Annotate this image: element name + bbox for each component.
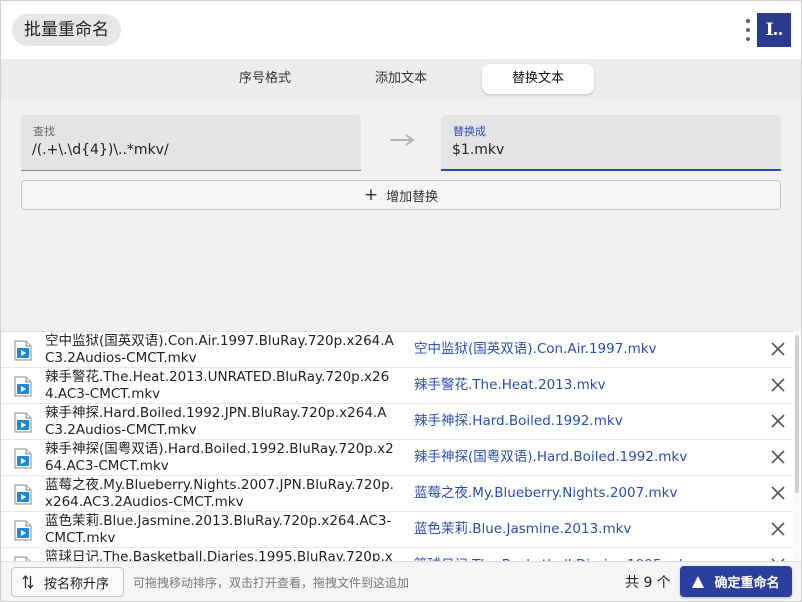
video-file-icon xyxy=(14,520,32,541)
tab-replace-text[interactable]: 替换文本 xyxy=(482,64,594,94)
replace-field[interactable]: 替换成 $1.mkv xyxy=(441,115,781,171)
triangle-up-icon xyxy=(692,575,705,588)
file-list-scrollbar[interactable] xyxy=(793,331,801,561)
hint-text: 可拖拽移动排序，双击打开查看，拖拽文件到这追加 xyxy=(133,576,410,590)
file-count: 共 9 个 xyxy=(625,575,671,591)
close-icon[interactable] xyxy=(770,413,786,429)
file-row[interactable]: 空中监狱(国英双语).Con.Air.1997.BluRay.720p.x264… xyxy=(1,332,793,368)
sort-button-label: 按名称升序 xyxy=(44,576,110,592)
video-file-icon xyxy=(14,484,32,505)
tab-bar: 序号格式 添加文本 替换文本 xyxy=(1,59,801,99)
video-file-icon xyxy=(14,376,32,397)
close-icon[interactable] xyxy=(770,341,786,357)
replace-input[interactable]: $1.mkv xyxy=(452,142,504,158)
original-filename: 辣手警花.The.Heat.2013.UNRATED.BluRay.720p.x… xyxy=(45,369,390,402)
confirm-button-label: 确定重命名 xyxy=(714,576,780,591)
close-icon[interactable] xyxy=(770,485,786,501)
renamed-filename: 空中监狱(国英双语).Con.Air.1997.mkv xyxy=(414,341,657,357)
arrow-right-icon xyxy=(390,134,415,146)
file-row[interactable]: 辣手警花.The.Heat.2013.UNRATED.BluRay.720p.x… xyxy=(1,368,793,404)
renamed-filename: 蓝莓之夜.My.Blueberry.Nights.2007.mkv xyxy=(414,485,678,501)
file-row[interactable]: 蓝色茉莉.Blue.Jasmine.2013.BluRay.720p.x264.… xyxy=(1,512,793,548)
close-icon[interactable] xyxy=(770,377,786,393)
replace-label: 替换成 xyxy=(453,125,486,138)
original-filename: 辣手神探.Hard.Boiled.1992.JPN.BluRay.720p.x2… xyxy=(45,405,387,438)
renamed-filename: 辣手警花.The.Heat.2013.mkv xyxy=(414,377,606,393)
add-replacement-button[interactable]: + 增加替换 xyxy=(21,180,781,210)
close-icon[interactable] xyxy=(770,449,786,465)
file-row[interactable]: 辣手神探(国粤双语).Hard.Boiled.1992.BluRay.720p.… xyxy=(1,440,793,476)
original-filename: 蓝色茉莉.Blue.Jasmine.2013.BluRay.720p.x264.… xyxy=(45,513,392,546)
find-field[interactable]: 查找 /(.+\.\d{4})\..*mkv/ xyxy=(21,115,361,171)
sort-by-name-button[interactable]: 按名称升序 xyxy=(11,567,124,597)
file-list: 空中监狱(国英双语).Con.Air.1997.BluRay.720p.x264… xyxy=(1,331,801,561)
original-filename: 篮球日记.The.Basketball.Diaries.1995.BluRay.… xyxy=(45,549,393,561)
more-vertical-icon[interactable] xyxy=(741,16,755,44)
close-icon[interactable] xyxy=(770,521,786,537)
original-filename: 辣手神探(国粤双语).Hard.Boiled.1992.BluRay.720p.… xyxy=(45,441,394,474)
confirm-rename-button[interactable]: 确定重命名 xyxy=(680,566,792,597)
plus-icon: + xyxy=(363,184,379,205)
find-label: 查找 xyxy=(33,125,55,138)
file-row[interactable]: 篮球日记.The.Basketball.Diaries.1995.BluRay.… xyxy=(1,548,793,561)
file-row[interactable]: 辣手神探.Hard.Boiled.1992.JPN.BluRay.720p.x2… xyxy=(1,404,793,440)
sort-arrows-icon xyxy=(22,575,34,589)
scroll-thumb[interactable] xyxy=(795,335,799,493)
video-file-icon xyxy=(14,340,32,361)
renamed-filename: 辣手神探.Hard.Boiled.1992.mkv xyxy=(414,413,623,429)
batch-rename-window: 批量重命名 I.. 序号格式 添加文本 替换文本 查找 /(.+\.\d{4})… xyxy=(0,0,802,602)
footer: 按名称升序 可拖拽移动排序，双击打开查看，拖拽文件到这追加 共 9 个 确定重命… xyxy=(1,561,801,601)
renamed-filename: 蓝色茉莉.Blue.Jasmine.2013.mkv xyxy=(414,521,632,537)
renamed-filename: 辣手神探(国粤双语).Hard.Boiled.1992.mkv xyxy=(414,449,688,465)
tab-add-text[interactable]: 添加文本 xyxy=(345,64,457,94)
tab-sequence-format[interactable]: 序号格式 xyxy=(209,64,321,94)
file-row[interactable]: 蓝莓之夜.My.Blueberry.Nights.2007.JPN.BluRay… xyxy=(1,476,793,512)
app-logo: I.. xyxy=(757,13,791,47)
original-filename: 蓝莓之夜.My.Blueberry.Nights.2007.JPN.BluRay… xyxy=(45,477,394,510)
find-input[interactable]: /(.+\.\d{4})\..*mkv/ xyxy=(32,142,169,158)
header: 批量重命名 I.. xyxy=(1,1,801,59)
add-replacement-label: 增加替换 xyxy=(386,189,439,205)
video-file-icon xyxy=(14,412,32,433)
app-title: 批量重命名 xyxy=(12,14,121,46)
original-filename: 空中监狱(国英双语).Con.Air.1997.BluRay.720p.x264… xyxy=(45,333,394,366)
replace-panel: 查找 /(.+\.\d{4})\..*mkv/ 替换成 $1.mkv + 增加替… xyxy=(1,99,801,331)
video-file-icon xyxy=(14,448,32,469)
